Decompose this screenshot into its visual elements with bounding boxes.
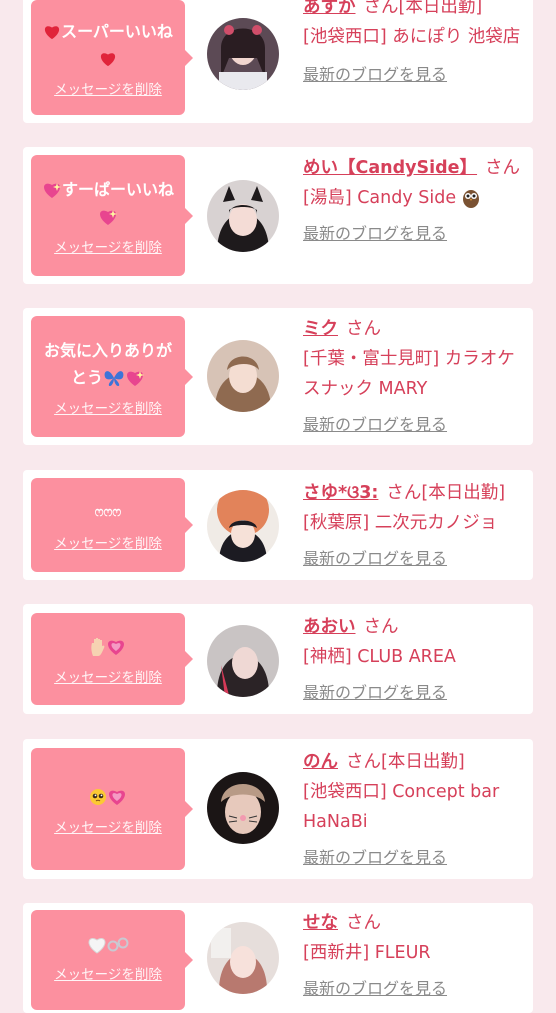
- message-text: [90, 633, 126, 660]
- honorific: さん: [485, 158, 521, 178]
- avatar[interactable]: [207, 490, 279, 562]
- red-heart-icon: [100, 53, 116, 67]
- delete-message-link[interactable]: メッセージを削除: [54, 78, 162, 98]
- favorite-card: スーパーいいね メッセージを削除 あすか さん[本日出勤] [池袋西口] あにぽり…: [23, 0, 533, 123]
- favorite-card: すーぱーいいね メッセージを削除 めい【CandySide】 さん [湯島] Ca…: [23, 147, 533, 284]
- sparkling-heart-icon: [44, 183, 61, 198]
- girl-name-link[interactable]: さゆ*ଓ3:: [303, 483, 378, 503]
- latest-blog-link[interactable]: 最新のブログを見る: [303, 544, 525, 574]
- message-text: [87, 930, 129, 957]
- latest-blog-link[interactable]: 最新のブログを見る: [303, 974, 525, 1004]
- honorific: さん: [386, 483, 422, 503]
- message-text: すーぱーいいね: [42, 176, 174, 230]
- honorific: さん: [346, 913, 381, 933]
- girl-info: せな さん [西新井] FLEUR 最新のブログを見る: [303, 908, 525, 1004]
- message-bubble: すーぱーいいね メッセージを削除: [31, 155, 193, 276]
- message-text: スーパーいいね: [43, 18, 173, 72]
- shop-name: [池袋西口] あにぽり 池袋店: [303, 27, 521, 47]
- avatar[interactable]: [207, 340, 279, 412]
- latest-blog-link[interactable]: 最新のブログを見る: [303, 678, 525, 708]
- message-bubble: スーパーいいね メッセージを削除: [31, 0, 193, 115]
- sparkling-heart-icon: [127, 371, 144, 386]
- raised-hand-icon: [91, 638, 105, 656]
- girl-name-link[interactable]: めい【CandySide】: [303, 158, 477, 178]
- favorite-card: メッセージを削除 せな さん [西新井] FLEUR 最新のブログを見る: [23, 903, 533, 1013]
- latest-blog-link[interactable]: 最新のブログを見る: [303, 60, 525, 90]
- delete-message-link[interactable]: メッセージを削除: [54, 963, 162, 983]
- message-bubble: メッセージを削除: [31, 748, 193, 870]
- favorite-card: ෆෆෆ メッセージを削除 さゆ*ଓ3: さん[本日出勤] [秋葉原] 二次元カノジ…: [23, 470, 533, 580]
- latest-blog-link[interactable]: 最新のブログを見る: [303, 219, 525, 249]
- butterfly-icon: [104, 371, 124, 386]
- status-badge: [本日出勤]: [398, 0, 483, 17]
- sparkling-heart-icon: [100, 210, 117, 225]
- honorific: さん: [346, 319, 381, 339]
- shop-name: [池袋西口] Concept bar HaNaBi: [303, 782, 500, 832]
- girl-info: めい【CandySide】 さん [湯島] Candy Side 最新のブログを見…: [303, 153, 525, 249]
- girl-info: のん さん[本日出勤] [池袋西口] Concept bar HaNaBi 最新の…: [303, 747, 525, 873]
- handcuffs-icon: [107, 937, 129, 951]
- avatar[interactable]: [207, 772, 279, 844]
- red-heart-icon: [44, 26, 60, 40]
- honorific: さん: [346, 752, 381, 772]
- message-bubble: メッセージを削除: [31, 910, 193, 1010]
- girl-name-link[interactable]: ミク: [303, 319, 338, 339]
- owl-icon: [462, 190, 479, 208]
- status-badge: [本日出勤]: [421, 483, 506, 503]
- message-bubble: お気に入りありがとう メッセージを削除: [31, 316, 193, 437]
- message-text: ෆෆෆ: [94, 504, 122, 520]
- girl-info: あおい さん [神栖] CLUB AREA 最新のブログを見る: [303, 612, 525, 708]
- delete-message-link[interactable]: メッセージを削除: [54, 532, 162, 552]
- avatar[interactable]: [207, 18, 279, 90]
- favorite-card: メッセージを削除 あおい さん [神栖] CLUB AREA 最新のブログを見る: [23, 604, 533, 714]
- honorific: さん: [363, 617, 399, 637]
- honorific: さん: [363, 0, 399, 17]
- growing-heart-icon: [109, 790, 125, 805]
- message-bubble: メッセージを削除: [31, 613, 193, 705]
- message-bubble: ෆෆෆ メッセージを削除: [31, 478, 193, 572]
- girl-info: さゆ*ଓ3: さん[本日出勤] [秋葉原] 二次元カノジョ 最新のブログを見る: [303, 478, 525, 574]
- girl-info: ミク さん [千葉・富士見町] カラオケスナック MARY 最新のブログを見る: [303, 314, 525, 440]
- girl-name-link[interactable]: あすか: [303, 0, 356, 17]
- white-heart-icon: [88, 937, 106, 954]
- favorite-card: お気に入りありがとう メッセージを削除 ミク さん [千葉・富士見町] カラオケス…: [23, 308, 533, 445]
- latest-blog-link[interactable]: 最新のブログを見る: [303, 843, 525, 873]
- girl-name-link[interactable]: あおい: [303, 617, 356, 637]
- favorite-card: メッセージを削除 のん さん[本日出勤] [池袋西口] Concept bar H…: [23, 739, 533, 879]
- delete-message-link[interactable]: メッセージを削除: [54, 397, 162, 417]
- pleading-face-icon: [90, 789, 106, 805]
- delete-message-link[interactable]: メッセージを削除: [54, 666, 162, 686]
- delete-message-link[interactable]: メッセージを削除: [54, 236, 162, 256]
- message-text: お気に入りありがとう: [43, 340, 172, 387]
- shop-name: [西新井] FLEUR: [303, 943, 431, 963]
- latest-blog-link[interactable]: 最新のブログを見る: [303, 410, 525, 440]
- shop-name: [秋葉原] 二次元カノジョ: [303, 513, 498, 533]
- avatar[interactable]: [207, 180, 279, 252]
- shop-name: [神栖] CLUB AREA: [303, 647, 456, 667]
- girl-info: あすか さん[本日出勤] [池袋西口] あにぽり 池袋店 最新のブログを見る: [303, 0, 525, 90]
- message-text: [89, 783, 127, 810]
- girl-name-link[interactable]: せな: [303, 913, 338, 933]
- avatar[interactable]: [207, 625, 279, 697]
- girl-name-link[interactable]: のん: [303, 752, 338, 772]
- delete-message-link[interactable]: メッセージを削除: [54, 816, 162, 836]
- shop-name: [湯島] Candy Side: [303, 188, 457, 208]
- avatar[interactable]: [207, 922, 279, 994]
- status-badge: [本日出勤]: [381, 752, 465, 772]
- shop-name: [千葉・富士見町] カラオケスナック MARY: [303, 349, 515, 399]
- growing-heart-icon: [108, 640, 124, 655]
